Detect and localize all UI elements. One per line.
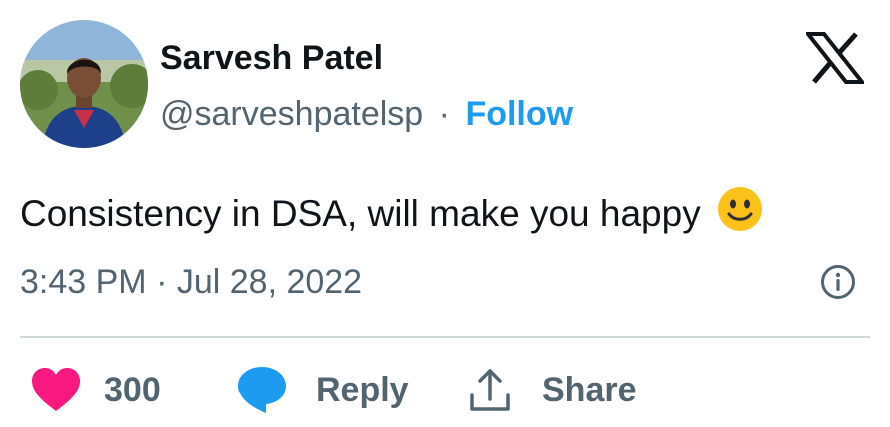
reply-label: Reply (316, 370, 409, 409)
avatar-photo (20, 20, 148, 148)
avatar[interactable] (20, 20, 148, 148)
reply-button[interactable]: Reply (236, 360, 409, 420)
follow-button[interactable]: Follow (465, 95, 573, 133)
share-upload-icon (470, 369, 510, 411)
divider (20, 336, 870, 338)
heart-icon (32, 368, 80, 411)
like-count: 300 (104, 370, 161, 409)
share-button[interactable]: Share (468, 360, 637, 420)
info-icon[interactable] (820, 264, 856, 300)
speech-bubble-icon (238, 367, 286, 413)
x-logo-icon[interactable] (803, 32, 867, 84)
tweet-text: Consistency in DSA, will make you happy (20, 193, 701, 234)
author-handle[interactable]: @sarveshpatelsp (160, 95, 423, 133)
separator-dot: · (438, 95, 450, 133)
like-button[interactable]: 300 (30, 360, 161, 420)
author-display-name[interactable]: Sarvesh Patel (160, 38, 573, 78)
slightly-smiling-face-icon (717, 186, 763, 243)
share-label: Share (542, 370, 637, 409)
tweet-timestamp[interactable]: 3:43 PM · Jul 28, 2022 (20, 262, 362, 302)
tweet-text-row: Consistency in DSA, will make you happy (20, 186, 763, 243)
handle-row: @sarveshpatelsp · Follow (160, 94, 573, 134)
author-block: Sarvesh Patel @sarveshpatelsp · Follow (160, 38, 573, 134)
